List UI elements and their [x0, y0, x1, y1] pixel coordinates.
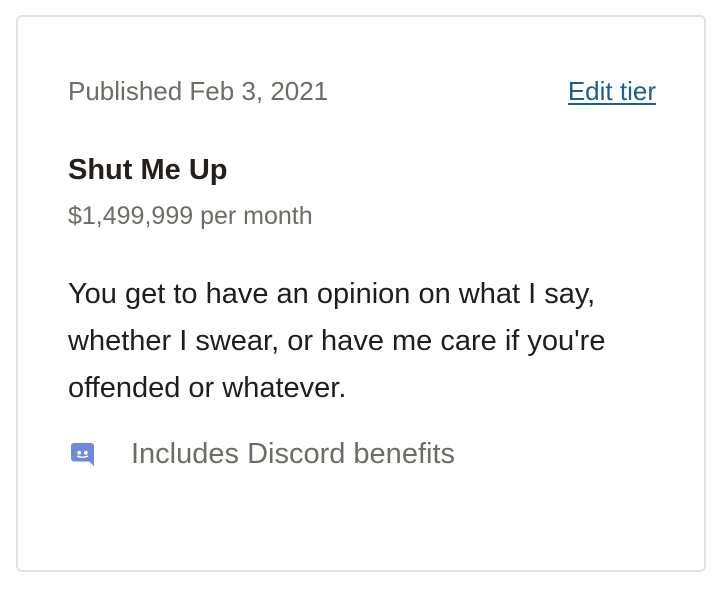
published-date: Published Feb 3, 2021	[68, 76, 329, 106]
edit-tier-link[interactable]: Edit tier	[568, 75, 656, 107]
tier-card: Published Feb 3, 2021 Edit tier Shut Me …	[16, 15, 706, 572]
benefit-label: Includes Discord benefits	[131, 438, 455, 470]
tier-description: You get to have an opinion on what I say…	[68, 278, 606, 404]
discord-benefit: Includes Discord benefits	[70, 436, 455, 472]
tier-price: $1,499,999 per month	[68, 202, 313, 230]
tier-title: Shut Me Up	[68, 154, 228, 186]
discord-icon	[70, 442, 95, 467]
